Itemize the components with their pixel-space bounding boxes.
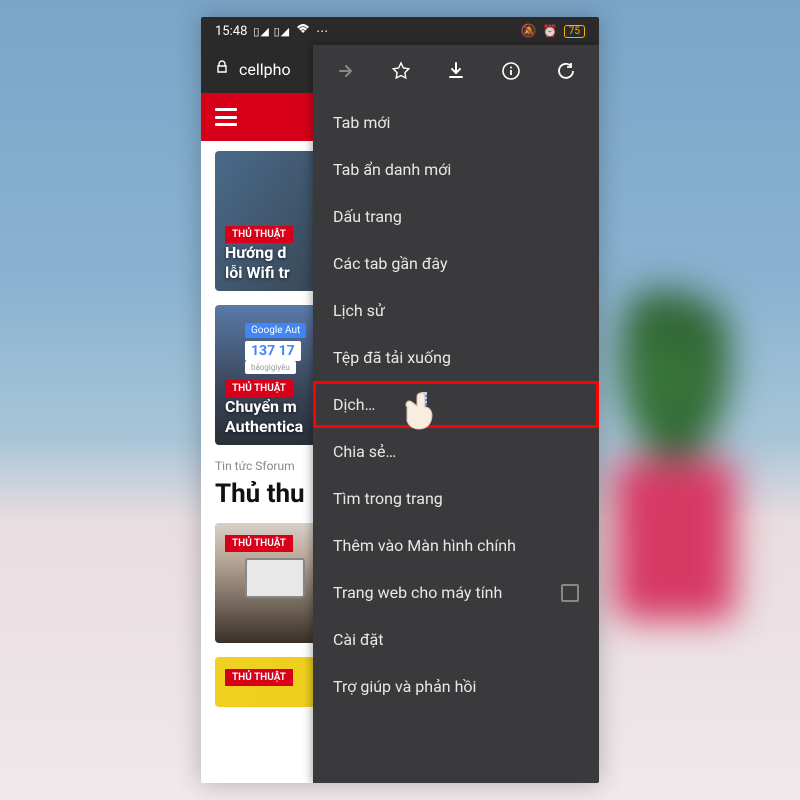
code-label: Google Aut [245, 323, 306, 338]
info-icon[interactable] [499, 59, 523, 83]
laptop-image [245, 558, 305, 598]
article-tag: THỦ THUẬT [225, 380, 293, 397]
menu-item-translate[interactable]: Dịch… [313, 381, 599, 428]
menu-item-label: Dấu trang [333, 207, 402, 226]
menu-item-settings[interactable]: Cài đặt [313, 616, 599, 663]
menu-item-label: Chia sẻ… [333, 442, 396, 461]
alarm-icon: ⏰ [543, 24, 558, 38]
menu-item-label: Các tab gần đây [333, 254, 448, 273]
menu-item-bookmarks[interactable]: Dấu trang [313, 193, 599, 240]
signal-bars-icon: ▯◢ ▯◢ [253, 25, 290, 38]
menu-item-desktop-site[interactable]: Trang web cho máy tính [313, 569, 599, 616]
article-tag: THỦ THUẬT [225, 535, 293, 552]
menu-icon-row [313, 45, 599, 97]
menu-item-help[interactable]: Trợ giúp và phản hồi [313, 663, 599, 710]
menu-item-add-home[interactable]: Thêm vào Màn hình chính [313, 522, 599, 569]
menu-item-incognito[interactable]: Tab ẩn danh mới [313, 146, 599, 193]
hamburger-menu-icon[interactable] [215, 108, 237, 126]
menu-item-label: Tab mới [333, 113, 390, 132]
menu-item-find[interactable]: Tìm trong trang [313, 475, 599, 522]
more-icon: ⋯ [316, 24, 328, 38]
url-text: cellpho [239, 60, 291, 79]
code-label: 137 17 [245, 341, 301, 361]
background-plant [600, 240, 750, 620]
menu-item-label: Dịch… [333, 395, 375, 414]
menu-item-share[interactable]: Chia sẻ… [313, 428, 599, 475]
wifi-icon [296, 23, 310, 39]
mute-icon: 🔕 [521, 24, 537, 39]
battery-indicator: 75 [564, 25, 585, 38]
menu-item-label: Tab ẩn danh mới [333, 160, 451, 179]
lock-icon [215, 60, 229, 78]
menu-items-list: Tab mới Tab ẩn danh mới Dấu trang Các ta… [313, 97, 599, 710]
pointer-hand-icon [395, 387, 443, 435]
article-tag: THỦ THUẬT [225, 669, 293, 686]
menu-item-label: Trang web cho máy tính [333, 583, 502, 602]
browser-overflow-menu: Tab mới Tab ẩn danh mới Dấu trang Các ta… [313, 45, 599, 783]
menu-item-downloads[interactable]: Tệp đã tải xuống [313, 334, 599, 381]
desktop-site-checkbox[interactable] [561, 584, 579, 602]
phone-screen: 15:48 ▯◢ ▯◢ ⋯ 🔕 ⏰ 75 cellpho THỦ THUẬT H… [201, 17, 599, 783]
code-label: bảogìgìyêu [245, 361, 296, 374]
menu-item-label: Lịch sử [333, 301, 385, 320]
reload-icon[interactable] [554, 59, 578, 83]
menu-item-label: Cài đặt [333, 630, 383, 649]
status-time: 15:48 [215, 24, 247, 39]
status-bar: 15:48 ▯◢ ▯◢ ⋯ 🔕 ⏰ 75 [201, 17, 599, 45]
menu-item-label: Trợ giúp và phản hồi [333, 677, 476, 696]
menu-item-label: Tìm trong trang [333, 489, 443, 508]
menu-item-new-tab[interactable]: Tab mới [313, 99, 599, 146]
forward-icon[interactable] [334, 59, 358, 83]
menu-item-label: Tệp đã tải xuống [333, 348, 451, 367]
menu-item-label: Thêm vào Màn hình chính [333, 536, 516, 555]
star-icon[interactable] [389, 59, 413, 83]
article-tag: THỦ THUẬT [225, 226, 293, 243]
menu-item-history[interactable]: Lịch sử [313, 287, 599, 334]
menu-item-recent-tabs[interactable]: Các tab gần đây [313, 240, 599, 287]
download-icon[interactable] [444, 59, 468, 83]
